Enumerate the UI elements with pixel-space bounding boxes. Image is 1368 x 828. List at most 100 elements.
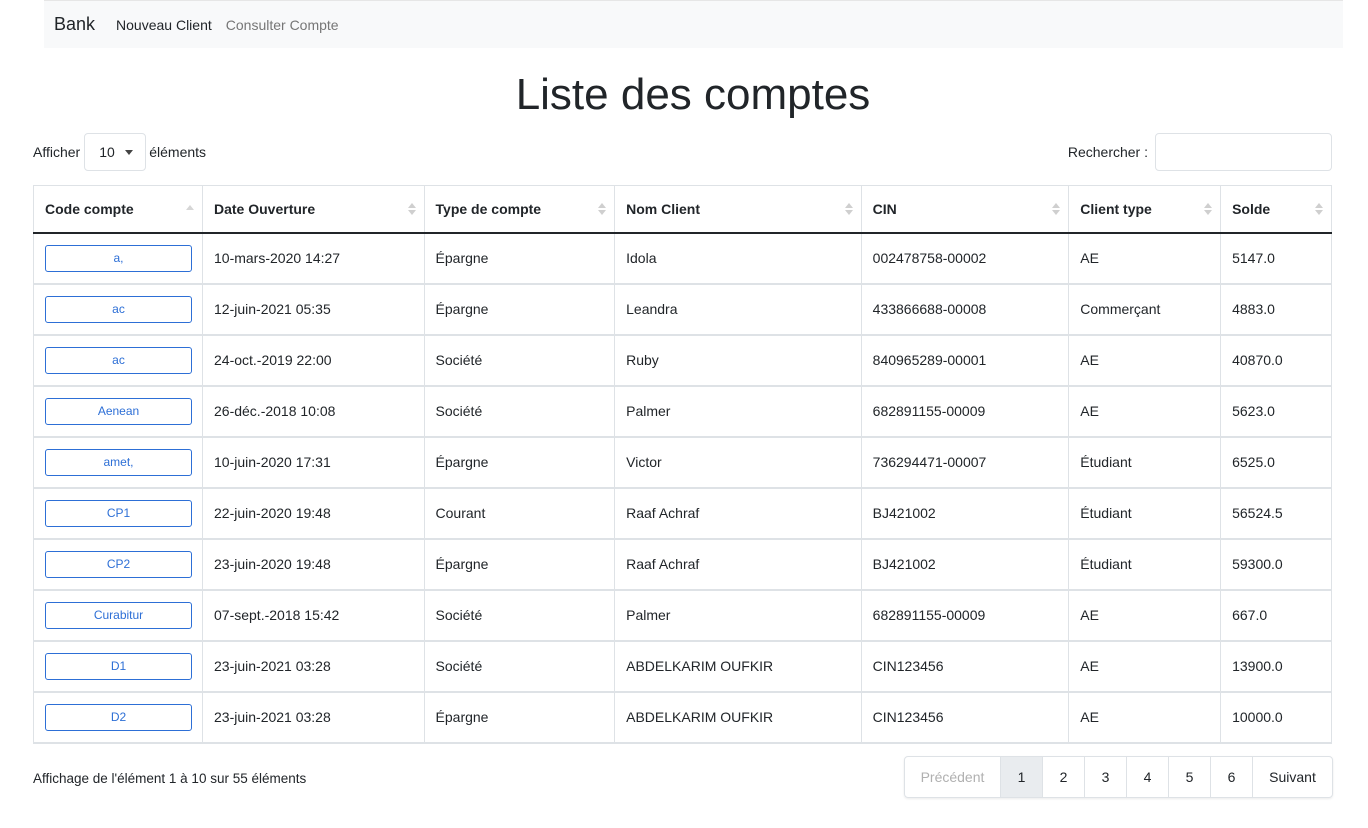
cin-cell: CIN123456 <box>860 640 1070 693</box>
column-header-cin[interactable]: CIN <box>860 185 1070 234</box>
code-compte-button[interactable]: amet, <box>45 449 192 476</box>
client-cell: Palmer <box>614 385 862 438</box>
column-header-client-type[interactable]: Client type <box>1068 185 1222 234</box>
page-title: Liste des comptes <box>515 70 871 119</box>
column-header-code-compte[interactable]: Code compte <box>33 185 203 234</box>
code-compte-button[interactable]: ac <box>45 296 192 323</box>
solde-cell: 10000.0 <box>1220 691 1332 744</box>
code-compte-button[interactable]: D2 <box>45 704 192 731</box>
brand[interactable]: Bank <box>54 14 95 35</box>
table-row: D1 23-juin-2021 03:28 Société ABDELKARIM… <box>33 640 1332 693</box>
code-cell: CP1 <box>33 487 203 540</box>
sort-icon <box>598 203 607 216</box>
pagination-page-5[interactable]: 5 <box>1169 757 1211 797</box>
search-input[interactable] <box>1155 133 1332 171</box>
code-cell: ac <box>33 334 203 387</box>
table-row: D2 23-juin-2021 03:28 Épargne ABDELKARIM… <box>33 691 1332 744</box>
cin-cell: 433866688-00008 <box>860 283 1070 336</box>
client-cell: Idola <box>614 232 862 285</box>
column-label: Solde <box>1232 200 1271 217</box>
client-cell: Raaf Achraf <box>614 487 862 540</box>
length-prefix-label: Afficher <box>33 144 81 160</box>
type-cell: Épargne <box>423 232 616 285</box>
table-row: Aenean 26-déc.-2018 10:08 Société Palmer… <box>33 385 1332 438</box>
code-cell: ac <box>33 283 203 336</box>
nav-link-nouveau-client[interactable]: Nouveau Client <box>116 17 212 33</box>
code-compte-button[interactable]: CP2 <box>45 551 192 578</box>
column-header-date-ouverture[interactable]: Date Ouverture <box>202 185 425 234</box>
type-cell: Société <box>423 385 616 438</box>
pagination-previous[interactable]: Précédent <box>905 757 1001 797</box>
code-cell: Curabitur <box>33 589 203 642</box>
column-label: Type de compte <box>435 200 542 217</box>
client-type-cell: AE <box>1068 640 1222 693</box>
pagination-next[interactable]: Suivant <box>1253 757 1332 797</box>
table-row: CP2 23-juin-2020 19:48 Épargne Raaf Achr… <box>33 538 1332 591</box>
navbar: Bank Nouveau Client Consulter Compte <box>44 0 1343 48</box>
client-type-cell: AE <box>1068 385 1222 438</box>
column-header-type-de-compte[interactable]: Type de compte <box>423 185 616 234</box>
sort-asc-icon <box>186 203 194 216</box>
column-label: Nom Client <box>626 200 701 217</box>
table-row: Curabitur 07-sept.-2018 15:42 Société Pa… <box>33 589 1332 642</box>
column-label: CIN <box>872 200 897 217</box>
code-cell: amet, <box>33 436 203 489</box>
client-cell: Victor <box>614 436 862 489</box>
date-cell: 24-oct.-2019 22:00 <box>202 334 425 387</box>
code-compte-button[interactable]: ac <box>45 347 192 374</box>
search-label: Rechercher : <box>1067 144 1148 160</box>
code-compte-button[interactable]: Curabitur <box>45 602 192 629</box>
client-cell: Raaf Achraf <box>614 538 862 591</box>
code-cell: Aenean <box>33 385 203 438</box>
code-compte-button[interactable]: CP1 <box>45 500 192 527</box>
pagination-page-6[interactable]: 6 <box>1211 757 1253 797</box>
client-type-cell: AE <box>1068 232 1222 285</box>
solde-cell: 667.0 <box>1220 589 1332 642</box>
length-select[interactable]: 10 <box>84 133 147 171</box>
date-cell: 10-mars-2020 14:27 <box>202 232 425 285</box>
solde-cell: 5623.0 <box>1220 385 1332 438</box>
date-cell: 10-juin-2020 17:31 <box>202 436 425 489</box>
cin-cell: BJ421002 <box>860 538 1070 591</box>
pagination-page-2[interactable]: 2 <box>1043 757 1085 797</box>
client-cell: Leandra <box>614 283 862 336</box>
cin-cell: 736294471-00007 <box>860 436 1070 489</box>
pagination: Précédent 1 2 3 4 5 6 Suivant <box>904 756 1333 798</box>
code-compte-button[interactable]: a, <box>45 245 192 272</box>
type-cell: Épargne <box>423 538 616 591</box>
type-cell: Épargne <box>423 691 616 744</box>
code-compte-button[interactable]: Aenean <box>45 398 192 425</box>
cin-cell: 002478758-00002 <box>860 232 1070 285</box>
client-type-cell: Étudiant <box>1068 487 1222 540</box>
code-cell: CP2 <box>33 538 203 591</box>
type-cell: Société <box>423 334 616 387</box>
code-cell: a, <box>33 232 203 285</box>
pagination-page-1[interactable]: 1 <box>1001 757 1043 797</box>
date-cell: 07-sept.-2018 15:42 <box>202 589 425 642</box>
nav-link-consulter-compte[interactable]: Consulter Compte <box>226 17 339 33</box>
pagination-page-4[interactable]: 4 <box>1127 757 1169 797</box>
type-cell: Société <box>423 589 616 642</box>
client-type-cell: AE <box>1068 691 1222 744</box>
date-cell: 22-juin-2020 19:48 <box>202 487 425 540</box>
column-label: Code compte <box>45 200 134 217</box>
search-control: Rechercher : <box>1068 133 1332 171</box>
table-row: ac 12-juin-2021 05:35 Épargne Leandra 43… <box>33 283 1332 336</box>
client-cell: ABDELKARIM OUFKIR <box>614 691 862 744</box>
pagination-page-3[interactable]: 3 <box>1085 757 1127 797</box>
column-header-nom-client[interactable]: Nom Client <box>614 185 862 234</box>
sort-icon <box>844 203 853 216</box>
client-type-cell: AE <box>1068 589 1222 642</box>
solde-cell: 13900.0 <box>1220 640 1332 693</box>
solde-cell: 4883.0 <box>1220 283 1332 336</box>
client-type-cell: Commerçant <box>1068 283 1222 336</box>
code-cell: D1 <box>33 640 203 693</box>
code-cell: D2 <box>33 691 203 744</box>
date-cell: 12-juin-2021 05:35 <box>202 283 425 336</box>
sort-icon <box>407 203 416 216</box>
cin-cell: 682891155-00009 <box>860 589 1070 642</box>
column-header-solde[interactable]: Solde <box>1220 185 1332 234</box>
code-compte-button[interactable]: D1 <box>45 653 192 680</box>
table-row: ac 24-oct.-2019 22:00 Société Ruby 84096… <box>33 334 1332 387</box>
client-type-cell: Étudiant <box>1068 538 1222 591</box>
